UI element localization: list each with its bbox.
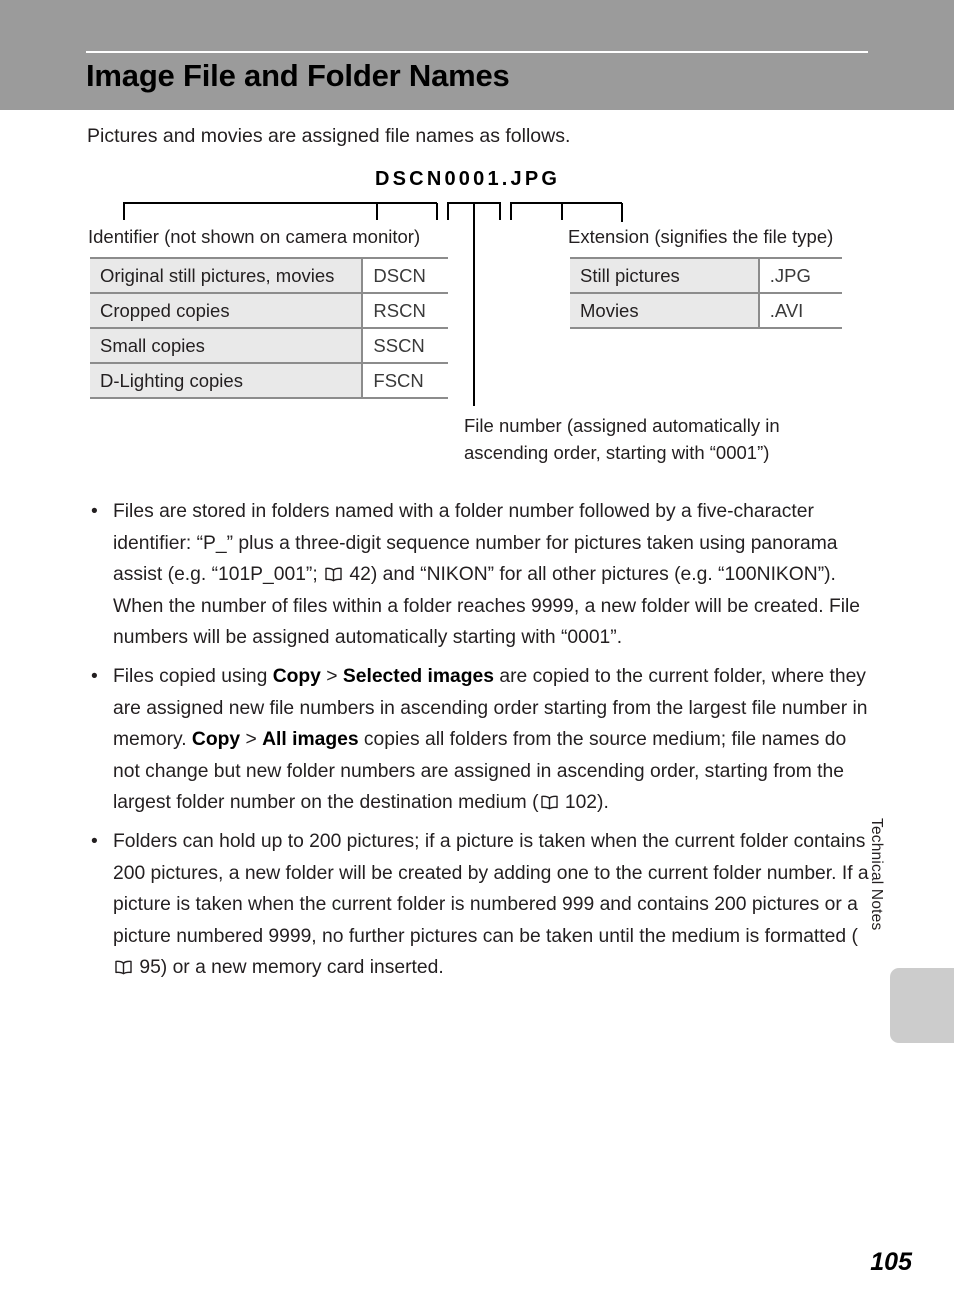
table-row: Still pictures .JPG <box>570 257 842 293</box>
bullet-item: • Folders can hold up to 200 pictures; if… <box>87 826 873 984</box>
identifier-table: Original still pictures, movies DSCN Cro… <box>90 257 448 399</box>
filename-sample: DSCN0001.JPG <box>375 168 561 190</box>
bullet-text: Folders can hold up to 200 pictures; if … <box>113 830 869 947</box>
book-icon <box>115 960 132 975</box>
bullet-item: • Files are stored in folders named with … <box>87 496 873 654</box>
bullet-marker: • <box>91 501 98 522</box>
table-cell-label: Still pictures <box>570 257 760 293</box>
table-row: Original still pictures, movies DSCN <box>90 257 448 293</box>
header-band: Image File and Folder Names <box>0 0 954 110</box>
table-cell-label: Movies <box>570 292 760 329</box>
bullet-text: Files copied using <box>113 665 273 687</box>
bullet-list: • Files are stored in folders named with … <box>87 496 873 991</box>
bullet-marker: • <box>91 665 98 687</box>
header-rule <box>86 51 868 53</box>
table-cell-label: Small copies <box>90 327 364 363</box>
table-cell-value: .JPG <box>758 257 842 293</box>
book-icon <box>325 567 342 582</box>
extension-caption: Extension (signifies the file type) <box>568 226 834 247</box>
bullet-text: > <box>320 665 343 687</box>
table-cell-label: Cropped copies <box>90 292 364 328</box>
intro-text: Pictures and movies are assigned file na… <box>87 125 571 147</box>
table-row: Cropped copies RSCN <box>90 292 448 328</box>
bullet-text: 102). <box>559 792 609 814</box>
extension-table: Still pictures .JPG Movies .AVI <box>570 257 842 329</box>
table-row: Small copies SSCN <box>90 327 448 363</box>
extension-table-body: Still pictures .JPG Movies .AVI <box>570 257 842 329</box>
bullet-emphasis: Copy <box>272 665 321 687</box>
bullet-emphasis: Selected images <box>342 665 495 687</box>
bullet-item: • Files copied using Copy > Selected imag… <box>87 661 873 819</box>
section-tab-label: Technical Notes <box>868 818 885 931</box>
table-row: Movies .AVI <box>570 292 842 329</box>
book-icon <box>540 795 558 810</box>
filenumber-caption: File number (assigned automatically in a… <box>464 415 780 463</box>
page-number: 105 <box>870 1248 912 1276</box>
table-cell-label: Original still pictures, movies <box>90 257 364 293</box>
table-cell-value: SSCN <box>362 327 448 363</box>
table-cell-value: FSCN <box>362 362 448 399</box>
bullet-text: > <box>240 729 263 751</box>
section-tab <box>890 968 954 1043</box>
page-title: Image File and Folder Names <box>86 58 510 93</box>
table-cell-label: D-Lighting copies <box>90 362 364 399</box>
bullet-marker: • <box>91 830 98 852</box>
table-row: D-Lighting copies FSCN <box>90 362 448 399</box>
identifier-table-body: Original still pictures, movies DSCN Cro… <box>90 257 448 399</box>
table-cell-value: .AVI <box>758 292 842 329</box>
bullet-emphasis: All images <box>262 729 359 751</box>
bullet-text: 95) or a new memory card inserted. <box>134 957 444 979</box>
table-cell-value: RSCN <box>362 292 448 328</box>
bullet-emphasis: Copy <box>191 729 241 751</box>
table-cell-value: DSCN <box>362 257 448 293</box>
identifier-caption: Identifier (not shown on camera monitor) <box>88 226 421 247</box>
